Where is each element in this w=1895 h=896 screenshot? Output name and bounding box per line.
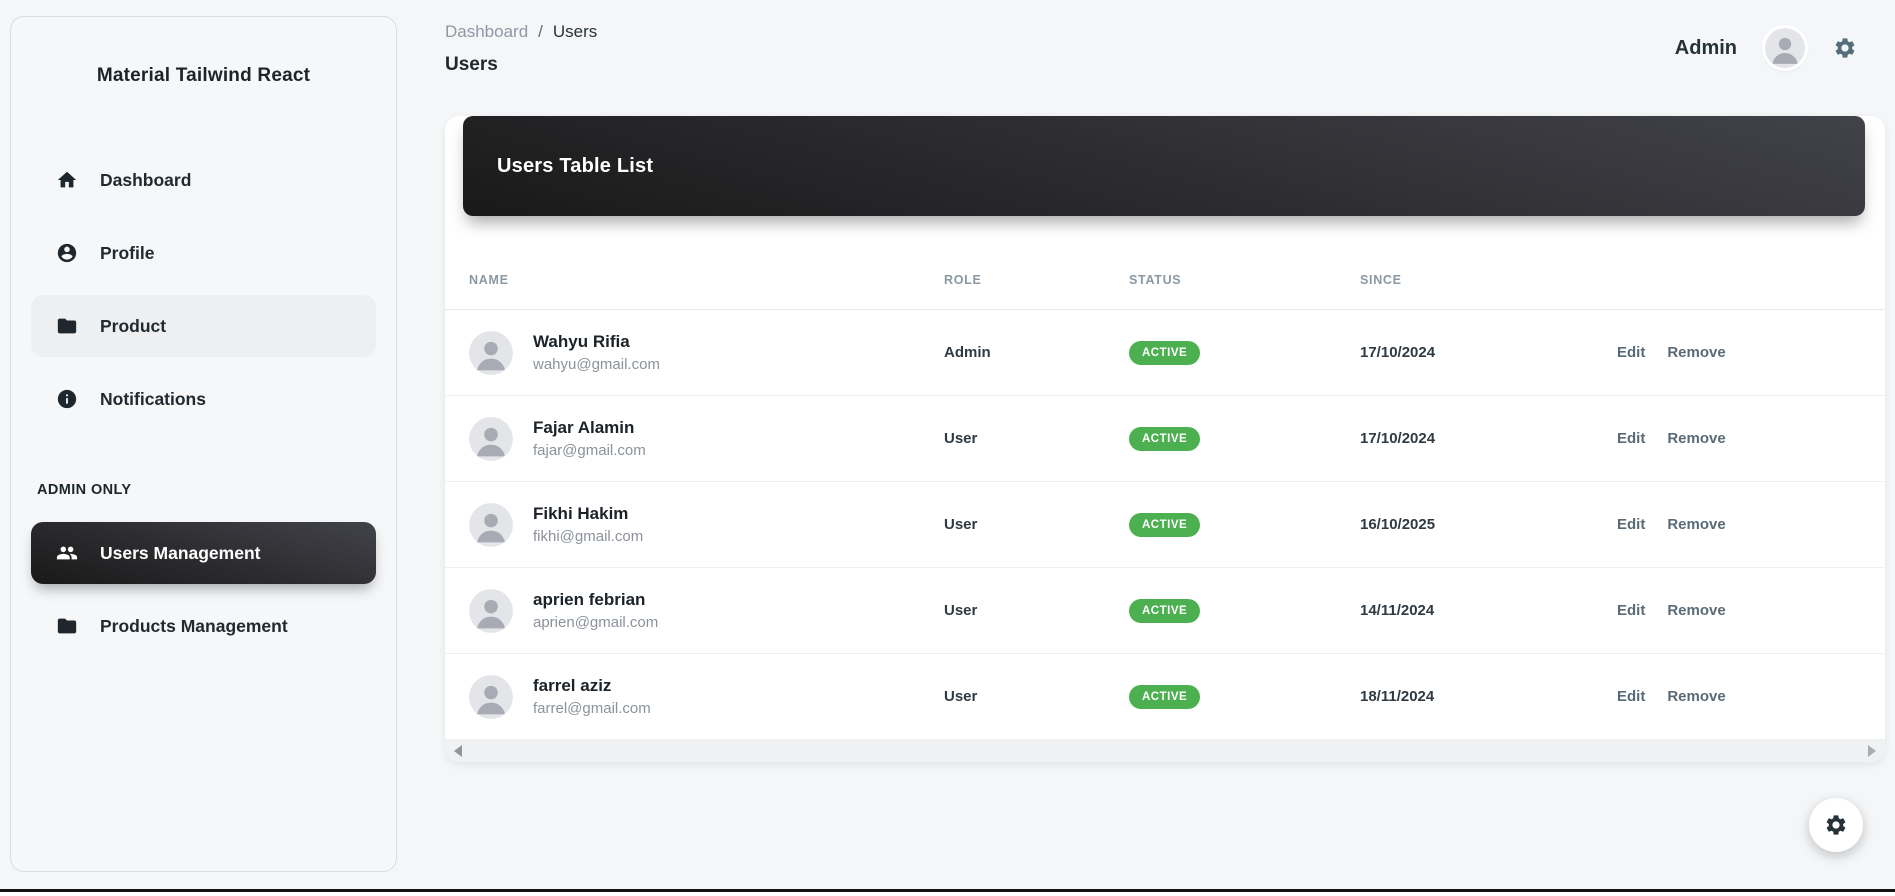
sidebar-section-admin-only: ADMIN ONLY — [37, 482, 132, 498]
user-email: wahyu@gmail.com — [533, 356, 660, 373]
remove-link[interactable]: Remove — [1667, 602, 1725, 619]
user-role: User — [944, 688, 978, 705]
horizontal-scrollbar[interactable] — [445, 740, 1885, 762]
home-icon — [56, 169, 78, 191]
breadcrumb-dashboard[interactable]: Dashboard — [445, 22, 528, 42]
status-badge: ACTIVE — [1129, 512, 1201, 537]
status-badge: ACTIVE — [1129, 426, 1201, 451]
user-avatar — [469, 502, 513, 547]
user-avatar — [469, 674, 513, 719]
status-badge: ACTIVE — [1129, 598, 1201, 623]
status-badge: ACTIVE — [1129, 684, 1201, 709]
avatar[interactable] — [1765, 28, 1805, 68]
window-bottom-edge — [0, 889, 1895, 896]
column-header-status: STATUS — [1129, 272, 1182, 287]
user-role: Admin — [944, 344, 991, 361]
user-name: Fikhi Hakim — [533, 504, 629, 523]
gear-icon — [1824, 813, 1848, 837]
user-avatar — [469, 330, 513, 375]
settings-gear-icon[interactable] — [1833, 36, 1857, 60]
table-header-row: NAME ROLE STATUS SINCE — [445, 250, 1885, 310]
user-role: User — [944, 602, 978, 619]
remove-link[interactable]: Remove — [1667, 430, 1725, 447]
sidebar: Material Tailwind React Dashboard Profil… — [10, 16, 397, 872]
sidebar-item-label: Profile — [100, 242, 155, 263]
sidebar-item-label: Product — [100, 315, 167, 336]
main-content: Dashboard / Users Users Admin Users Tabl… — [397, 0, 1895, 896]
breadcrumb-users[interactable]: Users — [553, 22, 597, 42]
user-email: fikhi@gmail.com — [533, 528, 644, 545]
table-row: aprien febrian aprien@gmail.com User ACT… — [445, 568, 1885, 654]
sidebar-item-products-management[interactable]: Products Management — [31, 595, 376, 657]
edit-link[interactable]: Edit — [1617, 688, 1645, 705]
admin-user-button[interactable]: Admin — [1675, 37, 1737, 60]
folder-icon — [56, 315, 78, 337]
edit-link[interactable]: Edit — [1617, 430, 1645, 447]
settings-fab-button[interactable] — [1809, 798, 1863, 852]
users-icon — [56, 542, 78, 564]
user-since: 17/10/2024 — [1360, 430, 1436, 447]
folder-icon — [56, 615, 78, 637]
column-header-name: NAME — [469, 272, 509, 287]
user-email: aprien@gmail.com — [533, 614, 659, 631]
breadcrumb: Dashboard / Users — [445, 22, 597, 42]
topbar-user-block: Admin — [1675, 28, 1885, 68]
user-name: Fajar Alamin — [533, 418, 635, 437]
topbar: Dashboard / Users Users Admin — [445, 22, 1885, 76]
table-row: Fikhi Hakim fikhi@gmail.com User ACTIVE … — [445, 482, 1885, 568]
sidebar-item-label: Products Management — [100, 615, 288, 636]
sidebar-item-product[interactable]: Product — [31, 295, 376, 357]
page-title: Users — [445, 54, 498, 75]
card-title: Users Table List — [497, 154, 654, 177]
user-role: User — [944, 516, 978, 533]
edit-link[interactable]: Edit — [1617, 516, 1645, 533]
user-email: fajar@gmail.com — [533, 442, 646, 459]
column-header-role: ROLE — [944, 272, 982, 287]
table-row: farrel aziz farrel@gmail.com User ACTIVE… — [445, 654, 1885, 740]
status-badge: ACTIVE — [1129, 340, 1201, 365]
scroll-left-arrow-icon[interactable] — [454, 745, 462, 757]
sidebar-item-notifications[interactable]: Notifications — [31, 368, 376, 430]
user-since: 17/10/2024 — [1360, 344, 1436, 361]
users-table-card: Users Table List NAME ROLE STATUS SINCE — [445, 116, 1885, 762]
app-title: Material Tailwind React — [96, 65, 311, 86]
user-name: farrel aziz — [533, 676, 612, 695]
user-avatar — [469, 416, 513, 461]
remove-link[interactable]: Remove — [1667, 688, 1725, 705]
sidebar-item-label: Dashboard — [100, 169, 192, 190]
user-since: 14/11/2024 — [1360, 602, 1435, 619]
user-name: aprien febrian — [533, 590, 646, 609]
sidebar-item-label: Users Management — [100, 542, 261, 563]
table-row: Fajar Alamin fajar@gmail.com User ACTIVE… — [445, 396, 1885, 482]
sidebar-item-profile[interactable]: Profile — [31, 222, 376, 284]
breadcrumb-separator: / — [538, 22, 543, 41]
sidebar-item-dashboard[interactable]: Dashboard — [31, 149, 376, 211]
edit-link[interactable]: Edit — [1617, 602, 1645, 619]
person-icon — [56, 242, 78, 264]
edit-link[interactable]: Edit — [1617, 344, 1645, 361]
user-since: 18/11/2024 — [1360, 688, 1435, 705]
column-header-since: SINCE — [1360, 272, 1402, 287]
user-email: farrel@gmail.com — [533, 700, 651, 717]
table-row: Wahyu Rifia wahyu@gmail.com Admin ACTIVE… — [445, 310, 1885, 396]
user-since: 16/10/2025 — [1360, 516, 1436, 533]
user-avatar — [469, 588, 513, 633]
user-name: Wahyu Rifia — [533, 332, 630, 351]
card-header: Users Table List — [463, 116, 1865, 216]
remove-link[interactable]: Remove — [1667, 516, 1725, 533]
sidebar-item-label: Notifications — [100, 388, 206, 409]
user-role: User — [944, 430, 978, 447]
info-icon — [56, 388, 78, 410]
scroll-right-arrow-icon[interactable] — [1868, 745, 1876, 757]
remove-link[interactable]: Remove — [1667, 344, 1725, 361]
sidebar-item-users-management[interactable]: Users Management — [31, 522, 376, 584]
